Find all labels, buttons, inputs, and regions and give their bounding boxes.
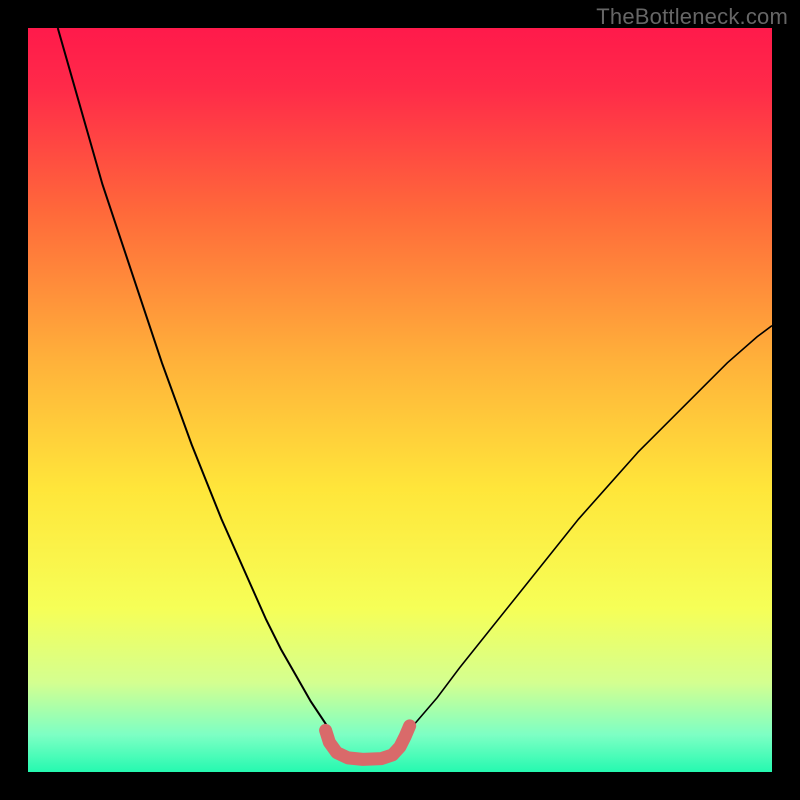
chart-svg — [28, 28, 772, 772]
chart-plot-area — [28, 28, 772, 772]
watermark-text: TheBottleneck.com — [596, 4, 788, 30]
chart-background-gradient — [28, 28, 772, 772]
chart-frame: TheBottleneck.com — [0, 0, 800, 800]
